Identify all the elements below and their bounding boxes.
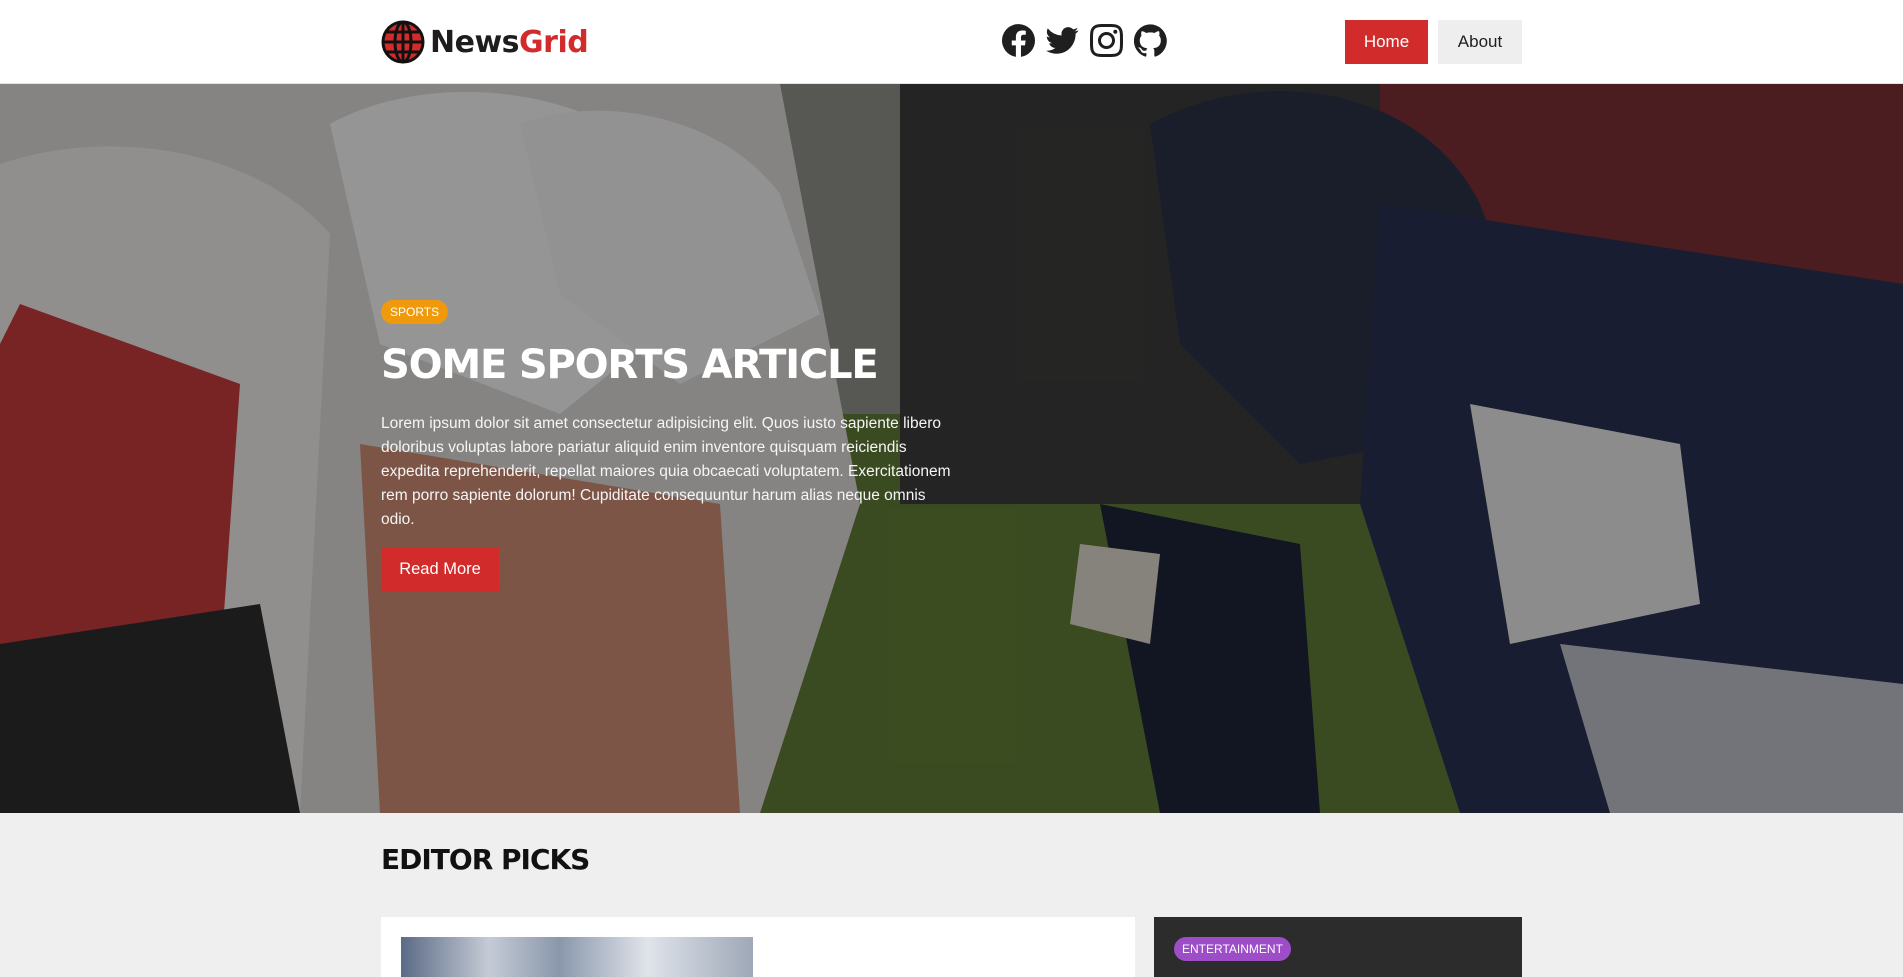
logo-text-news: News	[430, 24, 520, 60]
social-links	[1002, 22, 1167, 59]
top-bar: NewsGrid Home About	[0, 0, 1903, 84]
twitter-link[interactable]	[1046, 22, 1079, 59]
hero-section: SPORTS Some Sports Article Lorem ipsum d…	[0, 84, 1903, 813]
hero-content: SPORTS Some Sports Article Lorem ipsum d…	[381, 300, 961, 591]
editor-pick-thumbnail[interactable]	[401, 937, 753, 977]
facebook-link[interactable]	[1002, 22, 1035, 59]
hero-title: Some Sports Article	[381, 342, 879, 388]
category-badge-sports[interactable]: SPORTS	[381, 300, 449, 324]
globe-logo-icon	[381, 20, 425, 64]
hero-excerpt: Lorem ipsum dolor sit amet consectetur a…	[381, 415, 951, 528]
editor-pick-card[interactable]	[381, 917, 1135, 977]
editor-picks-heading: Editor Picks	[381, 843, 590, 876]
nav-about-button[interactable]: About	[1438, 20, 1522, 64]
github-link[interactable]	[1134, 22, 1167, 59]
logo-text: NewsGrid	[430, 24, 589, 60]
read-more-button[interactable]: Read More	[381, 548, 499, 591]
side-article-card[interactable]: ENTERTAINMENT	[1154, 917, 1522, 977]
instagram-icon	[1090, 24, 1123, 57]
category-badge-entertainment[interactable]: ENTERTAINMENT	[1174, 937, 1291, 961]
github-icon	[1134, 24, 1167, 57]
nav-home-button[interactable]: Home	[1345, 20, 1428, 64]
logo-text-grid: Grid	[519, 24, 589, 60]
twitter-icon	[1046, 27, 1079, 54]
site-logo[interactable]: NewsGrid	[381, 18, 589, 66]
facebook-icon	[1002, 24, 1035, 57]
main-nav: Home About	[1345, 20, 1522, 64]
instagram-link[interactable]	[1090, 22, 1123, 59]
